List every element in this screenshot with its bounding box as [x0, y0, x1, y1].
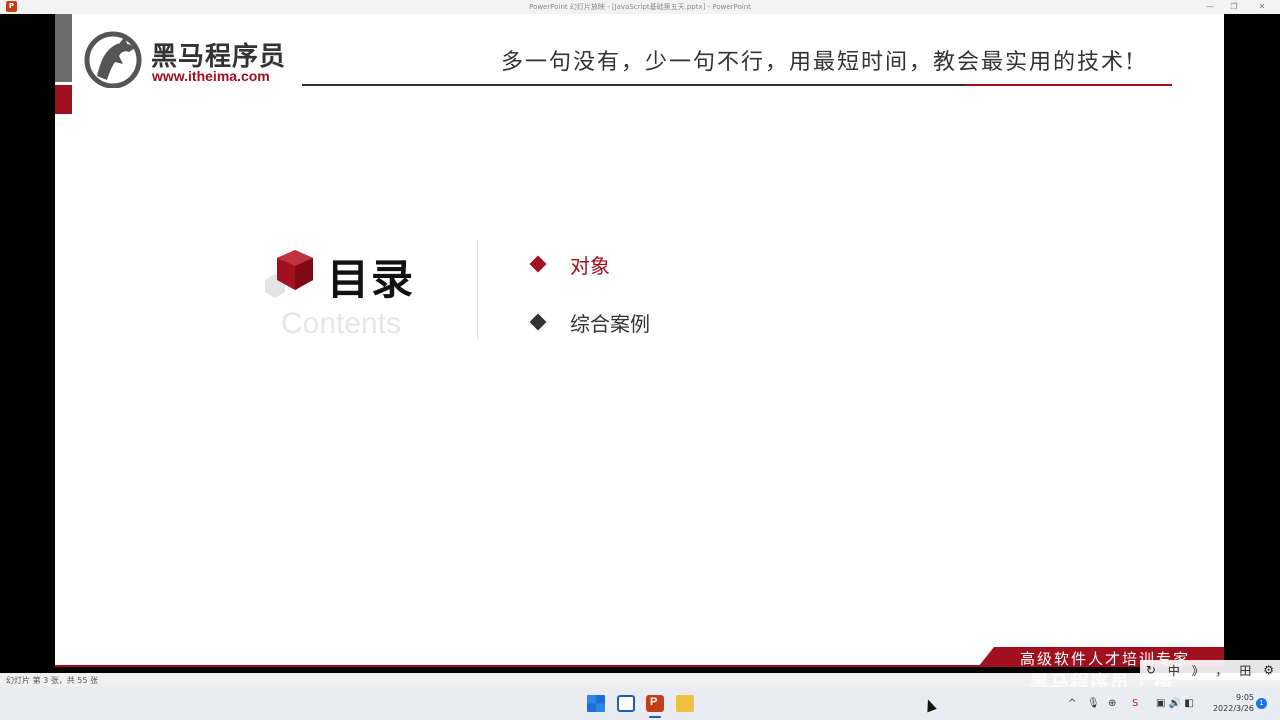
header-red-strip	[55, 85, 72, 114]
ime-keyboard-icon[interactable]: 田	[1239, 662, 1251, 679]
toc-item-case-study[interactable]: 综合案例	[529, 308, 650, 336]
ime-comma-icon[interactable]: ，	[1216, 662, 1228, 679]
window-title: PowerPoint 幻灯片放映 - [JavaScript基础第五天.pptx…	[529, 3, 751, 11]
close-icon[interactable]: ✕	[1256, 1, 1268, 13]
toc-subtitle: Contents	[281, 307, 402, 340]
toc-divider	[477, 240, 478, 340]
notification-badge-icon[interactable]: 1	[1256, 698, 1267, 709]
powerpoint-icon[interactable]	[646, 695, 664, 712]
diamond-bullet-icon	[529, 313, 547, 331]
cube-icon	[265, 250, 313, 298]
left-letterbox	[0, 14, 55, 667]
start-icon[interactable]	[587, 695, 605, 712]
file-explorer-icon[interactable]	[676, 695, 694, 712]
tray-overflow-chevron-icon[interactable]: ^	[1068, 687, 1076, 720]
brand-url: www.itheima.com	[152, 68, 270, 84]
right-letterbox	[1224, 14, 1280, 667]
toc-title: 目录	[327, 255, 416, 304]
taskbar: ^ 🎙 ⊕ S ▣ 🔊 ◧ 9:05 2022/3/26 1	[0, 687, 1280, 720]
toc-item-label: 综合案例	[570, 311, 650, 336]
active-app-indicator	[649, 716, 661, 718]
system-status-icons[interactable]: ▣ 🔊 ◧	[1156, 687, 1194, 720]
task-view-icon[interactable]	[617, 695, 635, 712]
horse-logo-icon	[84, 31, 142, 88]
network-icon[interactable]: ⊕	[1108, 687, 1116, 720]
slide[interactable]: 黑马程序员 www.itheima.com 多一句没有，少一句不行，用最短时间，…	[55, 14, 1224, 667]
restore-icon[interactable]: ❐	[1228, 1, 1240, 13]
clock-date: 2022/3/26	[1212, 704, 1254, 713]
header-gray-strip	[55, 14, 72, 82]
sogou-icon[interactable]: S	[1132, 687, 1138, 720]
ime-punct-icon[interactable]: 》	[1192, 662, 1204, 679]
ime-settings-icon[interactable]: ⚙	[1263, 663, 1274, 677]
diamond-bullet-icon	[529, 255, 547, 273]
toc-item-label: 对象	[570, 253, 610, 278]
microphone-icon[interactable]: 🎙	[1087, 687, 1100, 720]
toc-item-objects[interactable]: 对象	[529, 250, 610, 278]
slide-slogan: 多一句没有，少一句不行，用最短时间，教会最实用的技术!	[501, 50, 1136, 75]
header-divider-accent	[965, 84, 1172, 86]
window-title-bar: P PowerPoint 幻灯片放映 - [JavaScript基础第五天.pp…	[0, 0, 1280, 14]
slide-counter: 幻灯片 第 3 张，共 55 张	[6, 676, 98, 685]
minimize-icon[interactable]: —	[1204, 1, 1216, 13]
taskbar-clock[interactable]: 9:05 2022/3/26	[1206, 692, 1254, 714]
clock-time: 9:05	[1236, 693, 1254, 702]
